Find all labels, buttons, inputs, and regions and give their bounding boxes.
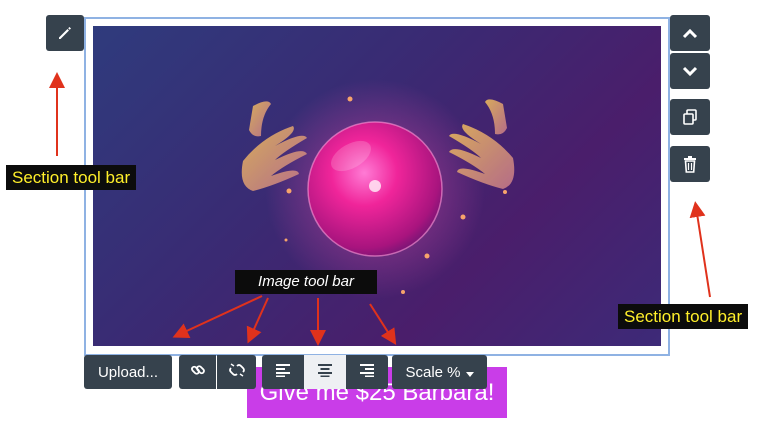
annotation-arrows	[49, 72, 711, 346]
arrow-to-upload	[172, 295, 263, 339]
arrow-to-link	[246, 297, 269, 344]
arrow-to-right-section-toolbar	[689, 201, 711, 298]
arrow-to-scale	[369, 303, 397, 346]
